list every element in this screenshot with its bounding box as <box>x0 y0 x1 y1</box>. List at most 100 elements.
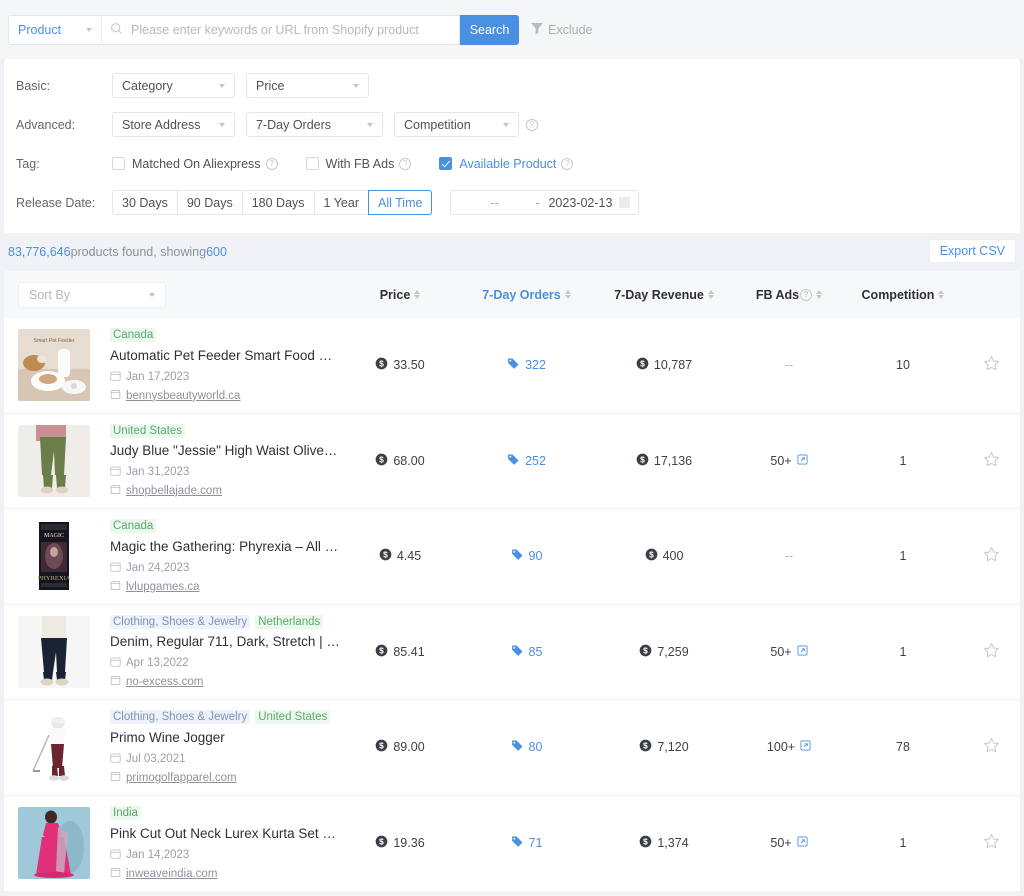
release-option-180-days[interactable]: 180 Days <box>241 190 314 215</box>
competition-value: 1 <box>899 453 907 468</box>
competition-dropdown[interactable]: Competition <box>394 112 519 137</box>
orders-cell: 322 <box>459 357 594 373</box>
external-link-icon[interactable] <box>797 454 808 468</box>
column-header-price[interactable]: Price <box>341 288 459 302</box>
product-thumbnail[interactable]: MAGIC PHYREXIA <box>18 520 90 593</box>
release-option-all-time[interactable]: All Time <box>368 190 433 215</box>
product-title[interactable]: Automatic Pet Feeder Smart Food Dispens.… <box>110 348 341 363</box>
sort-toggle-icon[interactable] <box>707 289 714 300</box>
column-header-7-day-revenue[interactable]: 7-Day Revenue <box>594 288 734 302</box>
competition-cell: 78 <box>844 740 962 754</box>
dollar-icon: $ <box>636 357 649 373</box>
matched-aliexpress-help-icon[interactable]: ? <box>265 157 278 170</box>
advanced-label: Advanced: <box>16 117 76 132</box>
product-thumbnail[interactable] <box>18 807 90 880</box>
tag-available-product[interactable]: Available Product ? <box>439 156 574 171</box>
tag-with-fb-ads[interactable]: With FB Ads ? <box>305 156 412 171</box>
checkbox[interactable] <box>439 157 453 170</box>
table-row[interactable]: United States Judy Blue "Jessie" High Wa… <box>4 414 1020 509</box>
competition-cell: 1 <box>844 549 962 563</box>
sort-toggle-icon[interactable] <box>938 289 945 300</box>
tag-icon <box>511 644 524 660</box>
product-thumbnail[interactable] <box>18 711 90 784</box>
competition-value: 78 <box>896 740 910 755</box>
search-input[interactable] <box>129 15 451 44</box>
column-header-competition[interactable]: Competition <box>844 288 962 302</box>
table-row[interactable]: Smart Pet Feeder Canada Automatic Pet Fe… <box>4 318 1020 414</box>
tag-label-text: With FB Ads <box>325 156 395 171</box>
filter-row-basic: Basic: Category Price <box>4 69 1020 102</box>
column-header-7-day-orders[interactable]: 7-Day Orders <box>459 288 594 302</box>
price-label: Price <box>256 78 285 93</box>
store-domain[interactable]: lvlupgames.ca <box>126 581 200 593</box>
table-row[interactable]: Clothing, Shoes & Jewelry United States … <box>4 700 1020 796</box>
sort-toggle-icon[interactable] <box>564 289 571 300</box>
external-link-icon[interactable] <box>797 836 808 850</box>
release-option-90-days[interactable]: 90 Days <box>176 190 242 215</box>
chevron-down-icon <box>219 122 225 127</box>
column-header-fb-ads[interactable]: FB Ads ? <box>734 288 844 302</box>
price-dropdown[interactable]: Price <box>246 73 369 98</box>
price-cell: $ 4.45 <box>341 548 459 564</box>
category-chip: Clothing, Shoes & Jewelry <box>110 710 251 725</box>
store-domain[interactable]: primogolfapparel.com <box>126 772 237 784</box>
release-option-1-year[interactable]: 1 Year <box>313 190 368 215</box>
tag-matched-on-aliexpress[interactable]: Matched On Aliexpress ? <box>112 157 278 171</box>
store-domain[interactable]: bennysbeautyworld.ca <box>126 390 240 402</box>
table-row[interactable]: India Pink Cut Out Neck Lurex Kurta Set … <box>4 796 1020 892</box>
external-link-icon[interactable] <box>797 645 808 659</box>
product-store: inweaveindia.com <box>110 867 341 881</box>
available-product-help-icon[interactable]: ? <box>561 157 574 170</box>
search-icon <box>110 22 123 38</box>
product-title[interactable]: Magic the Gathering: Phyrexia – All Will… <box>110 539 341 554</box>
store-domain[interactable]: no-excess.com <box>126 676 203 688</box>
svg-text:MAGIC: MAGIC <box>44 533 64 539</box>
seven-day-orders-dropdown[interactable]: 7-Day Orders <box>246 112 383 137</box>
checkbox[interactable] <box>112 157 125 170</box>
date-value: Jan 14,2023 <box>126 848 190 861</box>
category-dropdown[interactable]: Category <box>112 73 235 98</box>
store-address-dropdown[interactable]: Store Address <box>112 112 235 137</box>
product-title[interactable]: Denim, Regular 711, Dark, Stretch | Dark… <box>110 634 341 649</box>
tag-label-text: Available Product <box>459 156 557 171</box>
product-title[interactable]: Primo Wine Jogger <box>110 730 341 745</box>
external-link-icon[interactable] <box>800 740 811 754</box>
checkbox[interactable] <box>305 157 319 170</box>
product-date: Apr 13,2022 <box>110 656 341 670</box>
product-info: Clothing, Shoes & Jewelry United States … <box>110 710 341 785</box>
product-thumbnail[interactable] <box>18 615 90 688</box>
star-icon[interactable] <box>983 642 1000 662</box>
star-icon[interactable] <box>983 737 1000 757</box>
calendar-icon[interactable] <box>619 197 631 208</box>
star-icon[interactable] <box>983 355 1000 375</box>
store-domain[interactable]: shopbellajade.com <box>126 485 222 497</box>
store-domain[interactable]: inweaveindia.com <box>126 868 217 880</box>
star-icon[interactable] <box>983 451 1000 471</box>
sort-by-dropdown[interactable]: Sort By <box>18 281 166 308</box>
product-thumbnail[interactable]: Smart Pet Feeder <box>18 329 90 402</box>
fb-ads-help-icon[interactable]: ? <box>800 288 813 301</box>
export-csv-button[interactable]: Export CSV <box>928 239 1016 263</box>
svg-text:$: $ <box>644 741 649 751</box>
search-input-wrapper[interactable] <box>101 14 460 45</box>
release-option-30-days[interactable]: 30 Days <box>112 190 177 215</box>
product-info: Canada Magic the Gathering: Phyrexia – A… <box>110 519 341 594</box>
date-range-picker[interactable]: -- - 2023-02-13 <box>450 190 640 215</box>
with-fb-ads-help-icon[interactable]: ? <box>399 157 412 170</box>
price-value: 33.50 <box>393 358 425 373</box>
search-button[interactable]: Search <box>460 14 519 45</box>
competition-help-icon[interactable]: ? <box>526 118 538 131</box>
product-thumbnail[interactable] <box>18 424 90 497</box>
sort-toggle-icon[interactable] <box>414 289 421 300</box>
table-row[interactable]: Clothing, Shoes & Jewelry Netherlands De… <box>4 605 1020 700</box>
sort-toggle-icon[interactable] <box>816 289 823 300</box>
product-title[interactable]: Judy Blue "Jessie" High Waist Olive Gree… <box>110 443 341 458</box>
fb-ads-value: -- <box>784 549 794 564</box>
search-type-dropdown[interactable]: Product <box>8 14 101 45</box>
star-icon[interactable] <box>983 833 1000 853</box>
table-row[interactable]: MAGIC PHYREXIA Canada Magic the Gatherin… <box>4 509 1020 605</box>
tag-icon <box>511 835 524 851</box>
star-icon[interactable] <box>983 546 1000 566</box>
product-title[interactable]: Pink Cut Out Neck Lurex Kurta Set – Grey… <box>110 826 341 841</box>
exclude-toggle[interactable]: Exclude <box>529 20 592 39</box>
